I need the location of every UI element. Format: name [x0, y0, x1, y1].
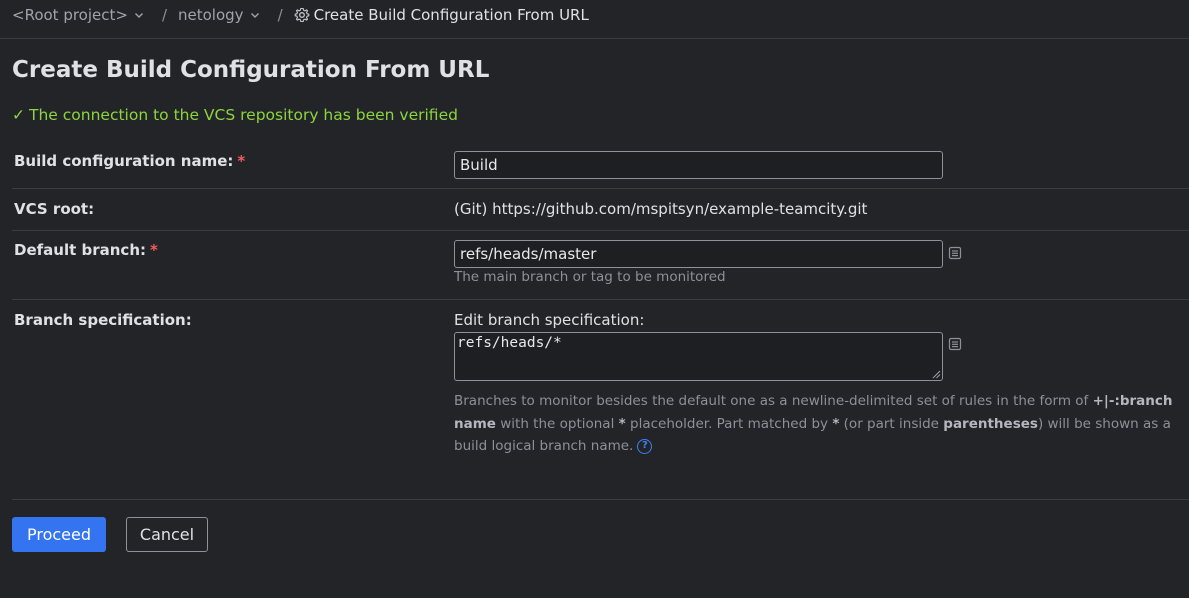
vcs-root-value: (Git) https://github.com/mspitsyn/exampl… [454, 200, 868, 218]
row-divider [12, 188, 1189, 189]
verified-message: ✓ The connection to the VCS repository ha… [12, 104, 458, 126]
cancel-button[interactable]: Cancel [126, 517, 208, 552]
build-name-input[interactable] [454, 151, 943, 179]
actions-divider [12, 499, 1189, 500]
breadcrumb-current: Create Build Configuration From URL [294, 6, 589, 24]
row-divider [12, 230, 1189, 231]
breadcrumb-netology-label: netology [178, 6, 244, 24]
build-name-label: Build configuration name: * [14, 152, 246, 170]
gear-icon [294, 7, 309, 23]
check-icon: ✓ [12, 106, 25, 124]
required-marker: * [150, 241, 158, 259]
resize-handle-icon[interactable] [931, 369, 941, 379]
branch-spec-label: Branch specification: [14, 311, 192, 329]
branch-spec-textarea[interactable]: refs/heads/* [454, 332, 943, 381]
list-icon[interactable] [948, 246, 962, 260]
breadcrumb-separator: / [277, 6, 283, 24]
breadcrumb-netology[interactable]: netology [178, 6, 264, 24]
required-marker: * [237, 152, 246, 170]
breadcrumb-root-label: <Root project> [12, 6, 128, 24]
breadcrumb-root-project[interactable]: <Root project> [12, 6, 148, 24]
chevron-down-icon [134, 13, 143, 18]
edit-branch-spec-label: Edit branch specification: [454, 311, 645, 329]
proceed-button[interactable]: Proceed [12, 517, 106, 552]
vcs-root-label: VCS root: [14, 200, 95, 218]
branch-spec-description: Branches to monitor besides the default … [454, 393, 1173, 454]
default-branch-input[interactable] [454, 240, 943, 268]
chevron-down-icon [250, 13, 259, 18]
page-title: Create Build Configuration From URL [12, 57, 490, 83]
breadcrumb-separator: / [161, 6, 168, 24]
default-branch-hint: The main branch or tag to be monitored [454, 269, 726, 285]
row-divider [12, 299, 1189, 300]
help-icon[interactable]: ? [637, 438, 653, 454]
header-divider [0, 38, 1189, 39]
verified-text: The connection to the VCS repository has… [29, 106, 458, 124]
default-branch-label: Default branch: * [14, 241, 158, 259]
list-icon[interactable] [948, 337, 962, 351]
breadcrumb: <Root project> / netology / Create Build… [12, 4, 589, 26]
breadcrumb-current-label: Create Build Configuration From URL [313, 6, 589, 24]
